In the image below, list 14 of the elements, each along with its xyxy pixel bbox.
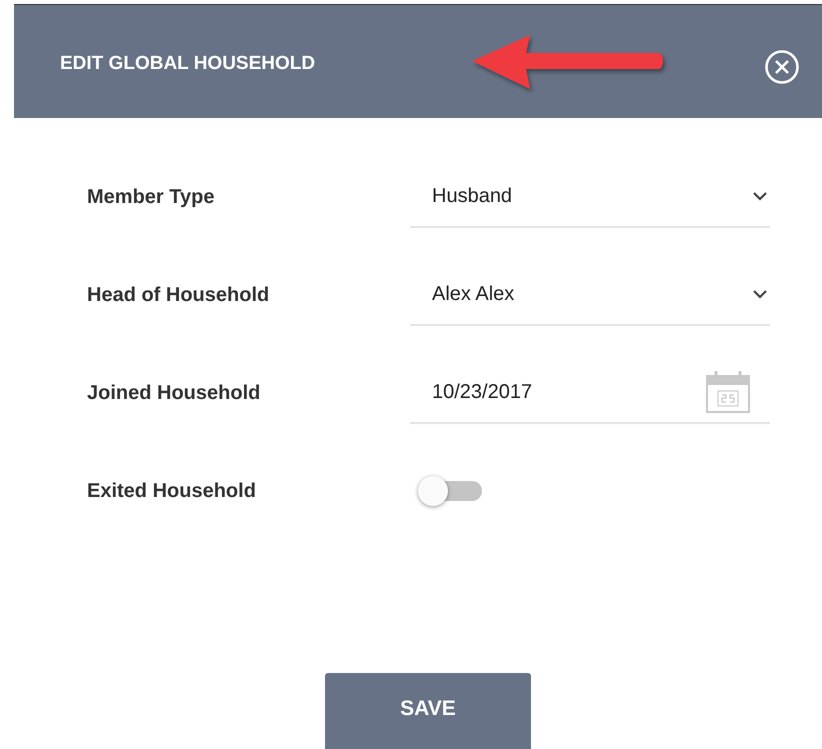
save-button[interactable]: SAVE [325,673,531,749]
field-label: Joined Household [87,382,262,404]
date-field[interactable]: 10/23/2017 [410,362,770,424]
toggle-switch[interactable] [418,476,482,506]
chevron-down-icon [753,290,767,299]
field-label: Member Type [87,186,216,208]
close-icon[interactable] [765,50,799,84]
dropdown-field[interactable]: Husband [410,166,770,228]
chevron-down-icon [753,192,767,201]
calendar-icon[interactable] [706,370,750,413]
dialog-title: EDIT GLOBAL HOUSEHOLD [60,53,316,75]
field-label: Exited Household [87,480,257,502]
dropdown-field[interactable]: Alex Alex [410,264,770,326]
field-label: Head of Household [87,284,270,306]
